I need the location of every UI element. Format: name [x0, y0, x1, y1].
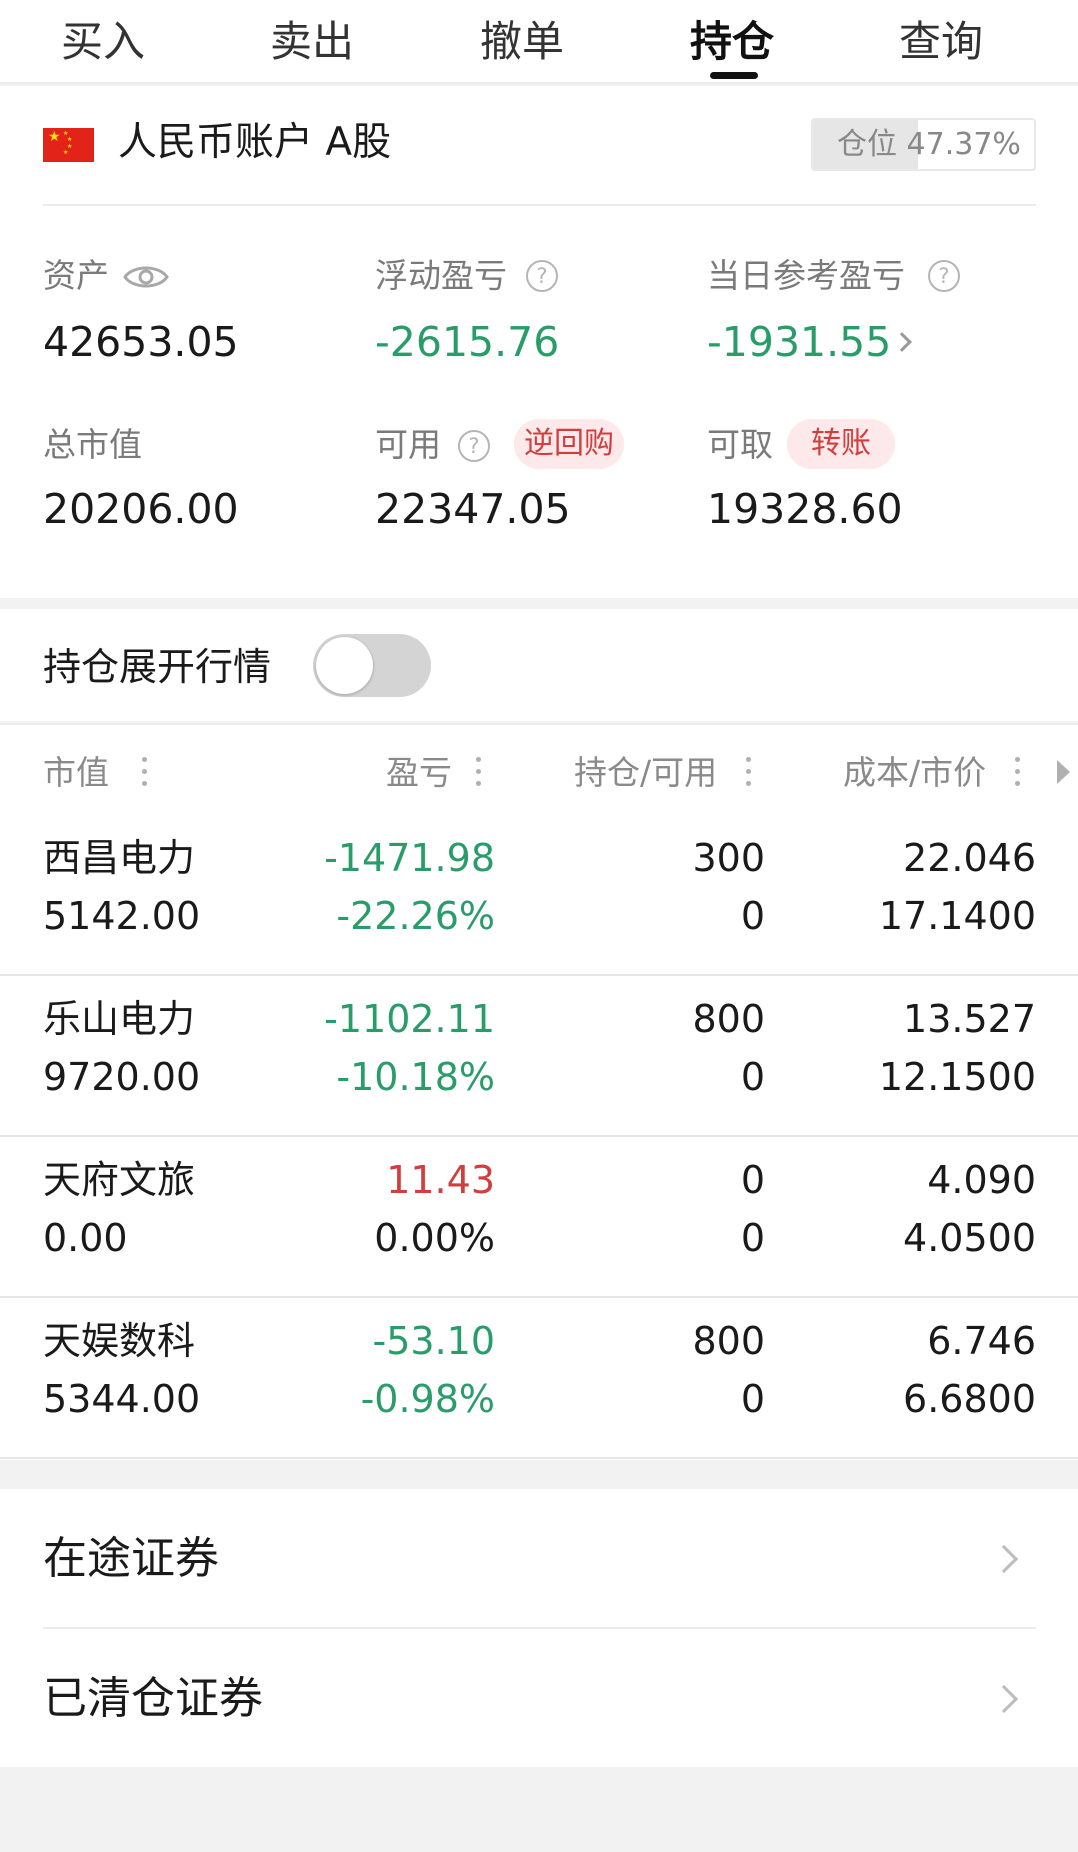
securities-links: 在途证券 已清仓证券	[0, 1489, 1078, 1767]
help-icon[interactable]: ?	[526, 260, 558, 292]
scroll-right-icon[interactable]	[1057, 760, 1070, 784]
eye-icon[interactable]	[123, 262, 169, 292]
stock-name: 西昌电力	[43, 836, 196, 880]
market-value-label: 总市值	[43, 425, 142, 464]
position-ratio-badge: 仓位 47.37%	[811, 118, 1036, 171]
cleared-securities-label: 已清仓证券	[43, 1673, 263, 1724]
china-flag-icon: ★ ★ ★ ★ ★	[43, 128, 94, 162]
profit-loss: -1102.11	[324, 997, 495, 1041]
assets-value: 42653.05	[43, 318, 239, 366]
assets-label: 资产	[43, 256, 109, 295]
divider	[0, 723, 1078, 725]
toggle-knob	[316, 637, 373, 694]
holding-quantity: 0	[740, 1158, 765, 1202]
holding-quantity: 800	[692, 997, 765, 1041]
cost-price: 4.090	[927, 1158, 1036, 1202]
tab-query[interactable]: 查询	[899, 12, 983, 72]
help-icon[interactable]: ?	[928, 260, 960, 292]
tab-cancel-order[interactable]: 撤单	[480, 12, 564, 72]
column-menu-icon[interactable]	[746, 757, 752, 789]
available-quantity: 0	[740, 1055, 765, 1099]
floating-pl-value: -2615.76	[375, 318, 560, 366]
column-header-holding-available[interactable]: 持仓/可用	[574, 749, 717, 797]
cost-price: 6.746	[927, 1319, 1036, 1363]
stock-name: 天娱数科	[43, 1319, 196, 1363]
expand-quotes-toggle[interactable]	[313, 634, 431, 697]
floating-pl-label: 浮动盈亏	[375, 256, 507, 295]
transfer-button[interactable]: 转账	[787, 419, 895, 469]
profit-loss-percent: -22.26%	[336, 894, 495, 938]
column-menu-icon[interactable]	[1015, 757, 1021, 789]
daily-pl-value[interactable]: -1931.55	[707, 316, 891, 368]
cost-price: 22.046	[903, 836, 1036, 880]
market-value: 9720.00	[43, 1055, 201, 1099]
profit-loss-percent: -0.98%	[360, 1377, 495, 1421]
account-name[interactable]: 人民币账户 A股	[118, 116, 391, 170]
tab-sell[interactable]: 卖出	[270, 12, 354, 72]
account-panel: ★ ★ ★ ★ ★ 人民币账户 A股 仓位 47.37% 资产 42653.05…	[0, 86, 1078, 598]
in-transit-securities-item[interactable]: 在途证券	[0, 1489, 1078, 1627]
column-menu-icon[interactable]	[476, 757, 482, 789]
available-quantity: 0	[740, 1216, 765, 1260]
column-header-market-value[interactable]: 市值	[43, 749, 109, 797]
holding-row[interactable]: 乐山电力 9720.00 -1102.11 -10.18% 800 0 13.527 12.1…	[0, 976, 1078, 1136]
holding-quantity: 300	[692, 836, 765, 880]
tab-buy[interactable]: 买入	[61, 12, 145, 72]
withdrawable-label: 可取	[707, 425, 773, 464]
profit-loss: 11.43	[386, 1158, 495, 1202]
top-tab-bar: 买入 卖出 撤单 持仓 查询	[0, 0, 1078, 84]
divider	[43, 204, 1036, 206]
position-ratio-label: 仓位 47.37%	[837, 127, 1021, 162]
market-value: 5344.00	[43, 1377, 201, 1421]
available-label: 可用	[375, 425, 441, 464]
active-tab-indicator	[710, 72, 758, 79]
help-icon[interactable]: ?	[458, 430, 490, 462]
column-header-cost-price[interactable]: 成本/市价	[843, 749, 986, 797]
reverse-repo-button[interactable]: 逆回购	[514, 419, 624, 469]
market-value-value: 20206.00	[43, 485, 239, 533]
chevron-right-icon	[989, 1684, 1019, 1714]
available-quantity: 0	[740, 1377, 765, 1421]
market-price: 12.1500	[878, 1055, 1036, 1099]
profit-loss-percent: -10.18%	[336, 1055, 495, 1099]
divider	[0, 1457, 1078, 1459]
market-price: 17.1400	[878, 894, 1036, 938]
holding-row[interactable]: 天府文旅 0.00 11.43 0.00% 0 0 4.090 4.0500	[0, 1137, 1078, 1297]
expand-quotes-section: 持仓展开行情	[0, 609, 1078, 721]
market-value: 5142.00	[43, 894, 201, 938]
holdings-table: 市值 盈亏 持仓/可用 成本/市价 西昌电力 5142.00 -1471.98 -22…	[0, 723, 1078, 1460]
daily-pl-label: 当日参考盈亏	[707, 256, 905, 295]
chevron-right-icon	[989, 1544, 1019, 1574]
stock-name: 乐山电力	[43, 997, 196, 1041]
expand-quotes-label: 持仓展开行情	[43, 645, 272, 689]
profit-loss: -53.10	[372, 1319, 496, 1363]
cost-price: 13.527	[903, 997, 1036, 1041]
holding-row[interactable]: 天娱数科 5344.00 -53.10 -0.98% 800 0 6.746 6.6800	[0, 1298, 1078, 1458]
available-value: 22347.05	[375, 485, 571, 533]
column-menu-icon[interactable]	[142, 757, 148, 789]
withdrawable-value: 19328.60	[707, 485, 903, 533]
profit-loss: -1471.98	[324, 836, 495, 880]
available-quantity: 0	[740, 894, 765, 938]
chevron-right-icon[interactable]	[892, 332, 912, 352]
in-transit-securities-label: 在途证券	[43, 1533, 219, 1584]
holding-row[interactable]: 西昌电力 5142.00 -1471.98 -22.26% 300 0 22.046 17.1…	[0, 815, 1078, 975]
market-price: 6.6800	[903, 1377, 1036, 1421]
column-header-pl[interactable]: 盈亏	[386, 749, 452, 797]
market-value: 0.00	[43, 1216, 128, 1260]
stock-name: 天府文旅	[43, 1158, 196, 1202]
holding-quantity: 800	[692, 1319, 765, 1363]
profit-loss-percent: 0.00%	[374, 1216, 495, 1260]
cleared-securities-item[interactable]: 已清仓证券	[0, 1629, 1078, 1767]
market-price: 4.0500	[903, 1216, 1036, 1260]
tab-holdings[interactable]: 持仓	[690, 12, 774, 72]
